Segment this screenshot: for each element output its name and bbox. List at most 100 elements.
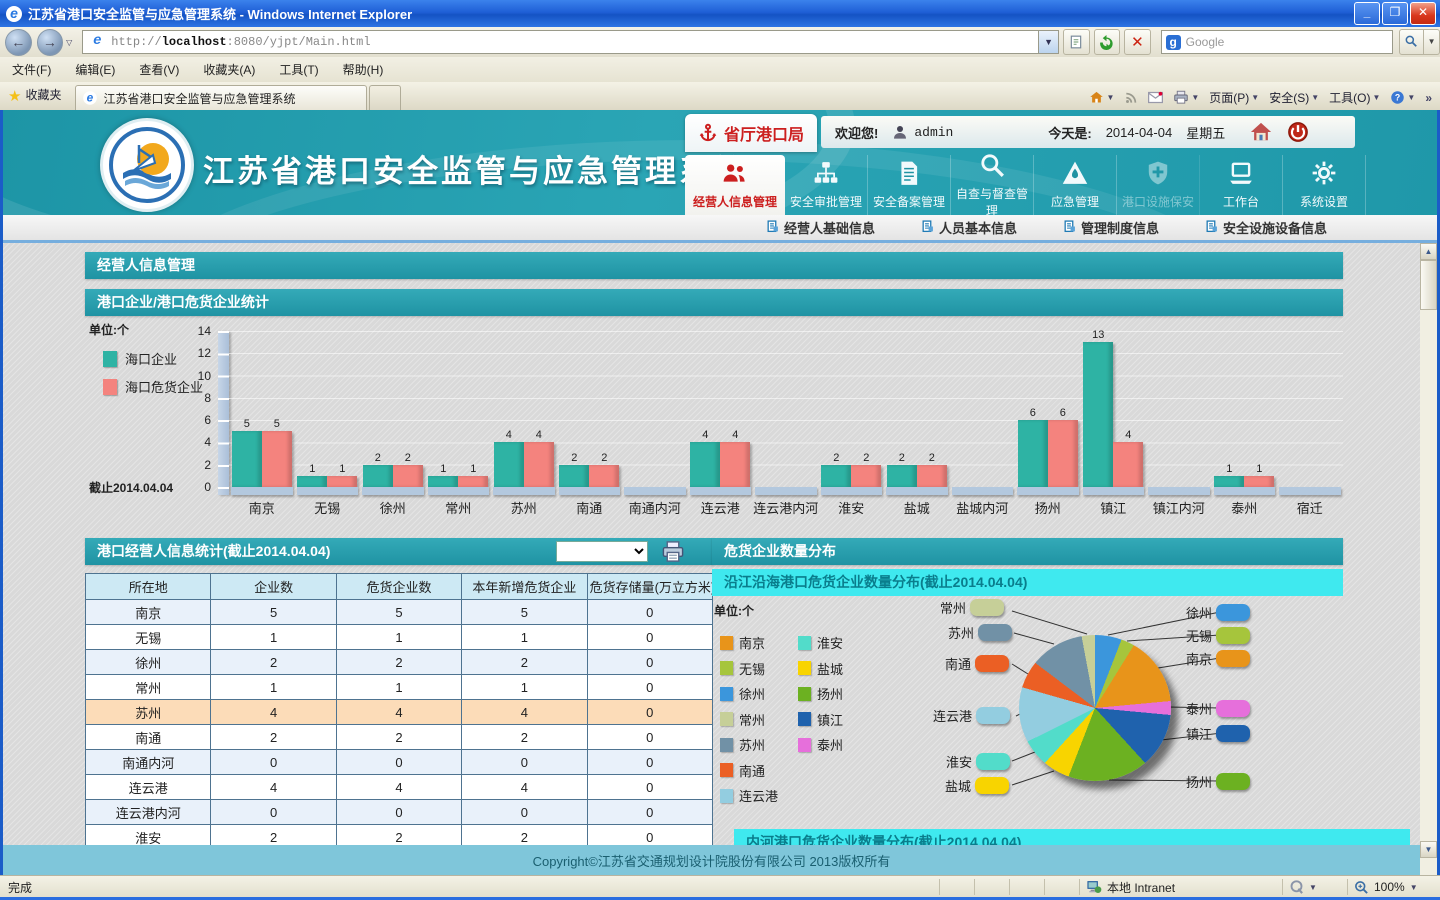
table-print-icon[interactable]	[661, 540, 685, 563]
users-icon	[722, 160, 748, 189]
forward-button[interactable]: →	[37, 29, 64, 56]
menu-item-4[interactable]: 工具(T)	[267, 57, 330, 82]
table-row-南通内河[interactable]: 南通内河0000	[86, 750, 713, 775]
pie-unit-label: 单位:个	[714, 602, 754, 619]
minimize-button[interactable]: _	[1354, 2, 1380, 25]
page-menu[interactable]: 页面(P)▼	[1209, 89, 1259, 106]
home-shortcut-icon[interactable]	[1249, 121, 1273, 143]
tab-工作台[interactable]: 工作台	[1200, 155, 1283, 215]
browser-tab[interactable]: e 江苏省港口安全监管与应急管理系统	[75, 85, 367, 110]
tab-经营人信息管理[interactable]: 经营人信息管理	[685, 155, 785, 215]
pie-legend-淮安: 淮安	[798, 630, 876, 656]
table-row-无锡[interactable]: 无锡1110	[86, 625, 713, 650]
bar-group-苏州: 44苏州	[491, 331, 557, 487]
table-row-常州[interactable]: 常州1110	[86, 675, 713, 700]
search-input[interactable]: g Google	[1161, 30, 1393, 54]
subnav-item-经营人基础信息[interactable]: 经营人基础信息	[766, 218, 875, 237]
table-header-企业数: 企业数	[211, 574, 336, 600]
compatibility-view-button[interactable]	[1063, 29, 1090, 55]
favorites-label[interactable]: 收藏夹	[25, 86, 61, 103]
table-row-苏州[interactable]: 苏州4440	[86, 700, 713, 725]
tab-港口设施保安[interactable]: 港口设施保安	[1117, 155, 1200, 215]
today-label: 今天是:	[1048, 123, 1091, 142]
maximize-button[interactable]: ❐	[1382, 2, 1408, 25]
pie-legend-徐州: 徐州	[720, 681, 798, 707]
table-row-徐州[interactable]: 徐州2220	[86, 650, 713, 675]
footer: Copyright©江苏省交通规划设计院股份有限公司 2013版权所有	[3, 845, 1420, 875]
new-tab-button[interactable]	[369, 85, 401, 110]
pie-legend-泰州: 泰州	[798, 732, 876, 758]
tab-系统设置[interactable]: 系统设置	[1283, 155, 1366, 215]
search-button[interactable]	[1399, 29, 1425, 55]
operator-info-table: 所在地企业数危货企业数本年新增危货企业危货存储量(万立方米) 南京5550无锡1…	[85, 573, 713, 845]
window-titlebar: e 江苏省港口安全监管与应急管理系统 - Windows Internet Ex…	[0, 0, 1440, 27]
vertical-scrollbar[interactable]: ▲ ▼	[1420, 243, 1437, 875]
scroll-up-button[interactable]: ▲	[1420, 243, 1437, 260]
rss-button[interactable]	[1124, 91, 1138, 105]
table-filter-select[interactable]	[556, 541, 648, 562]
table-row-南通[interactable]: 南通2220	[86, 725, 713, 750]
favorites-bar: ★ 收藏夹 e 江苏省港口安全监管与应急管理系统 ▼ ▼ 页面(P)▼ 安全(S…	[0, 82, 1440, 110]
bar-海口危货企业-连云港	[720, 442, 750, 487]
zoom-control[interactable]: 100% ▼	[1347, 879, 1440, 895]
close-button[interactable]: ✕	[1410, 2, 1436, 25]
print-button[interactable]: ▼	[1173, 90, 1199, 105]
menu-item-2[interactable]: 查看(V)	[127, 57, 191, 82]
url-dropdown-button[interactable]: ▼	[1039, 30, 1059, 54]
safety-menu[interactable]: 安全(S)▼	[1269, 89, 1319, 106]
document-icon	[1063, 220, 1076, 236]
bar-海口危货企业-南京	[262, 431, 292, 487]
pie-legend-苏州: 苏州	[720, 732, 798, 758]
bar-chart-plot: 55南京11无锡22徐州11常州44苏州22南通南通内河44连云港连云港内河22…	[229, 331, 1343, 487]
refresh-button[interactable]	[1094, 29, 1121, 55]
welcome-bar: 欢迎您! admin 今天是: 2014-04-04 星期五	[821, 116, 1355, 148]
main-nav-tabs: 经营人信息管理安全审批管理安全备案管理自查与督查管理应急管理港口设施保安工作台系…	[685, 155, 1385, 215]
stop-button[interactable]: ✕	[1124, 29, 1151, 55]
search-options-dropdown[interactable]: ▼	[1424, 29, 1440, 55]
bar-group-南通: 22南通	[557, 331, 623, 487]
home-button[interactable]: ▼	[1089, 90, 1114, 105]
subnav-item-人员基本信息[interactable]: 人员基本信息	[921, 218, 1017, 237]
url-input[interactable]: e http://localhost:8080/yjpt/Main.html	[82, 30, 1039, 54]
bar-section-title: 港口企业/港口危货企业统计	[85, 289, 1343, 316]
table-row-南京[interactable]: 南京5550	[86, 600, 713, 625]
pie-legend-盐城: 盐城	[798, 656, 876, 682]
svg-text:?: ?	[1395, 93, 1400, 103]
bar-group-徐州: 22徐州	[360, 331, 426, 487]
help-button[interactable]: ?▼	[1390, 90, 1415, 105]
back-button[interactable]: ←	[5, 29, 32, 56]
bar-group-连云港内河: 连云港内河	[753, 331, 819, 487]
menu-item-3[interactable]: 收藏夹(A)	[191, 57, 267, 82]
bar-海口企业-扬州	[1018, 420, 1048, 487]
bureau-tab[interactable]: 省厅港口局	[685, 114, 817, 152]
pie-legend-常州: 常州	[720, 707, 798, 733]
scrollbar-thumb[interactable]	[1420, 260, 1437, 310]
menu-item-1[interactable]: 编辑(E)	[63, 57, 127, 82]
tools-menu[interactable]: 工具(O)▼	[1329, 89, 1380, 106]
chevron-more-icon[interactable]: »	[1425, 91, 1432, 105]
subnav-item-安全设施设备信息[interactable]: 安全设施设备信息	[1205, 218, 1327, 237]
pie-callout-南京: 南京	[1186, 649, 1250, 668]
history-dropdown-icon[interactable]: ▽	[66, 38, 72, 47]
bar-chart-unit-label: 单位:个	[89, 321, 129, 338]
bar-海口企业-徐州	[363, 465, 393, 487]
tab-自查与督查管理[interactable]: 自查与督查管理	[951, 155, 1034, 215]
table-row-淮安[interactable]: 淮安2220	[86, 825, 713, 846]
security-zone: 本地 Intranet	[1079, 879, 1276, 895]
pie-legend-无锡: 无锡	[720, 656, 798, 682]
menu-item-5[interactable]: 帮助(H)	[331, 57, 396, 82]
logout-power-icon[interactable]	[1287, 121, 1309, 143]
favorites-star-icon[interactable]: ★	[8, 87, 21, 105]
menu-item-0[interactable]: 文件(F)	[0, 57, 63, 82]
user-avatar-icon	[892, 124, 908, 140]
table-row-连云港[interactable]: 连云港4440	[86, 775, 713, 800]
tab-应急管理[interactable]: 应急管理	[1034, 155, 1117, 215]
tab-安全备案管理[interactable]: 安全备案管理	[868, 155, 951, 215]
tab-安全审批管理[interactable]: 安全审批管理	[785, 155, 868, 215]
bar-group-泰州: 11泰州	[1212, 331, 1278, 487]
mail-button[interactable]	[1148, 91, 1163, 104]
scroll-down-button[interactable]: ▼	[1420, 841, 1437, 858]
table-row-连云港内河[interactable]: 连云港内河0000	[86, 800, 713, 825]
protected-mode-control[interactable]: ▼	[1282, 879, 1341, 895]
subnav-item-管理制度信息[interactable]: 管理制度信息	[1063, 218, 1159, 237]
